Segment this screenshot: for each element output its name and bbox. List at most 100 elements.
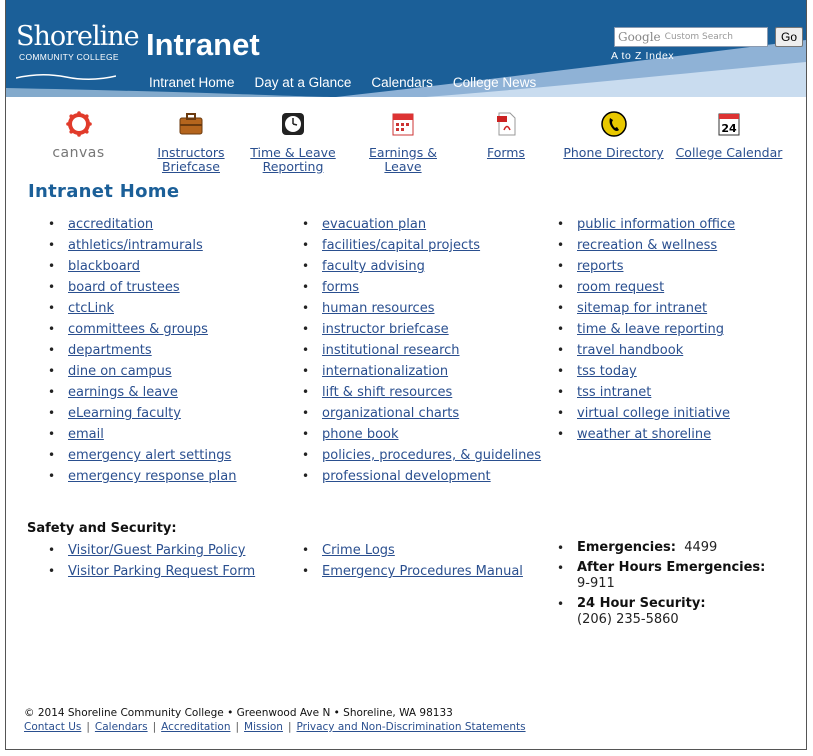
- list-item: Visitor/Guest Parking Policy: [27, 540, 255, 561]
- list-item-link[interactable]: faculty advising: [322, 259, 425, 274]
- canvas-icon: [65, 111, 92, 137]
- list-item-link[interactable]: emergency alert settings: [68, 448, 231, 463]
- list-item: accreditation: [27, 214, 237, 235]
- list-item: ctcLink: [27, 298, 237, 319]
- search-input[interactable]: Google Custom Search: [614, 27, 768, 47]
- list-item-link[interactable]: earnings & leave: [68, 385, 178, 400]
- footer-links: Contact Us | Calendars | Accreditation | Missi…: [24, 720, 526, 734]
- contact-emergencies: Emergencies: 4499: [536, 540, 765, 556]
- quicklink-label-line2: Leave: [384, 159, 422, 174]
- quicklink-instructors-briefcase[interactable]: Instructors Briefcase: [146, 110, 236, 174]
- list-item-link[interactable]: dine on campus: [68, 364, 172, 379]
- list-item-link[interactable]: institutional research: [322, 343, 460, 358]
- footer-separator: |: [235, 721, 240, 733]
- contact-value: 9-911: [577, 576, 615, 591]
- list-item-link[interactable]: Crime Logs: [322, 543, 395, 558]
- list-item: time & leave reporting: [536, 319, 735, 340]
- calendar-icon: [392, 113, 414, 136]
- list-item-link[interactable]: public information office: [577, 217, 735, 232]
- list-item: sitemap for intranet: [536, 298, 735, 319]
- calendar-24-icon: 24: [718, 113, 740, 136]
- logo-subtitle: COMMUNITY COLLEGE: [19, 52, 119, 62]
- footer-link-accreditation[interactable]: Accreditation: [161, 721, 230, 733]
- list-item-link[interactable]: ctcLink: [68, 301, 114, 316]
- list-item-link[interactable]: athletics/intramurals: [68, 238, 203, 253]
- college-logo[interactable]: Shoreline COMMUNITY COLLEGE: [16, 22, 140, 72]
- list-item-link[interactable]: tss intranet: [577, 385, 651, 400]
- list-item-link[interactable]: internationalization: [322, 364, 448, 379]
- list-item: reports: [536, 256, 735, 277]
- list-item-link[interactable]: sitemap for intranet: [577, 301, 707, 316]
- list-item-link[interactable]: facilities/capital projects: [322, 238, 480, 253]
- list-item-link[interactable]: Emergency Procedures Manual: [322, 564, 523, 579]
- quicklink-phone-directory[interactable]: Phone Directory: [561, 110, 666, 160]
- list-item-link[interactable]: weather at shoreline: [577, 427, 711, 442]
- safety-links-column-2: Crime Logs Emergency Procedures Manual: [281, 540, 523, 582]
- footer-link-privacy[interactable]: Privacy and Non-Discrimination Statement…: [297, 721, 526, 733]
- list-item-link[interactable]: accreditation: [68, 217, 153, 232]
- list-item-link[interactable]: Visitor Parking Request Form: [68, 564, 255, 579]
- list-item-link[interactable]: tss today: [577, 364, 637, 379]
- list-item-link[interactable]: Visitor/Guest Parking Policy: [68, 543, 245, 558]
- nav-day-at-a-glance[interactable]: Day at a Glance: [255, 75, 352, 90]
- footer-link-calendars[interactable]: Calendars: [95, 721, 148, 733]
- list-item-link[interactable]: forms: [322, 280, 359, 295]
- page-frame: Shoreline COMMUNITY COLLEGE Intranet Int…: [5, 0, 807, 750]
- list-item: blackboard: [27, 256, 237, 277]
- list-item-link[interactable]: eLearning faculty: [68, 406, 181, 421]
- search-go-button[interactable]: Go: [775, 27, 803, 47]
- emergency-contacts: Emergencies: 4499 After Hours Emergencie…: [536, 540, 765, 632]
- logo-wave-icon: [16, 74, 116, 80]
- quicklink-college-calendar[interactable]: 24 College Calendar: [674, 110, 784, 160]
- list-item-link[interactable]: board of trustees: [68, 280, 180, 295]
- list-item: professional development: [281, 466, 541, 487]
- list-item-link[interactable]: committees & groups: [68, 322, 208, 337]
- list-item: athletics/intramurals: [27, 235, 237, 256]
- quicklink-label-line2: Briefcase: [161, 159, 220, 174]
- footer-link-mission[interactable]: Mission: [244, 721, 283, 733]
- list-item-link[interactable]: evacuation plan: [322, 217, 426, 232]
- list-item: instructor briefcase: [281, 319, 541, 340]
- contact-label: 24 Hour Security:: [577, 596, 706, 611]
- google-logo: Google: [618, 30, 661, 44]
- quicklink-time-leave[interactable]: Time & Leave Reporting: [248, 110, 338, 174]
- list-item-link[interactable]: lift & shift resources: [322, 385, 452, 400]
- list-item: forms: [281, 277, 541, 298]
- quicklink-earnings-leave[interactable]: Earnings & Leave: [358, 110, 448, 174]
- list-item-link[interactable]: reports: [577, 259, 623, 274]
- quicklink-canvas[interactable]: canvas: [36, 110, 121, 161]
- list-item: internationalization: [281, 361, 541, 382]
- contact-label: After Hours Emergencies:: [577, 560, 766, 575]
- list-item-link[interactable]: room request: [577, 280, 664, 295]
- list-item: Crime Logs: [281, 540, 523, 561]
- footer-link-contact-us[interactable]: Contact Us: [24, 721, 81, 733]
- list-item: departments: [27, 340, 237, 361]
- a-to-z-index-link[interactable]: A to Z Index: [611, 50, 674, 62]
- quicklink-forms[interactable]: Forms: [476, 110, 536, 160]
- top-navigation: Intranet Home Day at a Glance Calendars …: [149, 75, 556, 90]
- list-item-link[interactable]: email: [68, 427, 104, 442]
- list-item-link[interactable]: phone book: [322, 427, 399, 442]
- clock-icon: [282, 113, 304, 135]
- list-item-link[interactable]: blackboard: [68, 259, 140, 274]
- list-item-link[interactable]: professional development: [322, 469, 491, 484]
- list-item-link[interactable]: organizational charts: [322, 406, 459, 421]
- list-item-link[interactable]: instructor briefcase: [322, 322, 449, 337]
- quicklink-label: Phone Directory: [563, 145, 664, 160]
- list-item: weather at shoreline: [536, 424, 735, 445]
- list-item-link[interactable]: virtual college initiative: [577, 406, 730, 421]
- list-item-link[interactable]: human resources: [322, 301, 434, 316]
- nav-college-news[interactable]: College News: [453, 75, 536, 90]
- list-item-link[interactable]: policies, procedures, & guidelines: [322, 448, 541, 463]
- page: Shoreline COMMUNITY COLLEGE Intranet Int…: [0, 0, 813, 756]
- list-item-link[interactable]: recreation & wellness: [577, 238, 717, 253]
- link-list-column-3: public information office recreation & we…: [536, 214, 735, 445]
- list-item-link[interactable]: travel handbook: [577, 343, 683, 358]
- list-item-link[interactable]: departments: [68, 343, 152, 358]
- nav-calendars[interactable]: Calendars: [371, 75, 433, 90]
- nav-intranet-home[interactable]: Intranet Home: [149, 75, 235, 90]
- list-item: travel handbook: [536, 340, 735, 361]
- list-item-link[interactable]: time & leave reporting: [577, 322, 724, 337]
- list-item: Emergency Procedures Manual: [281, 561, 523, 582]
- list-item-link[interactable]: emergency response plan: [68, 469, 237, 484]
